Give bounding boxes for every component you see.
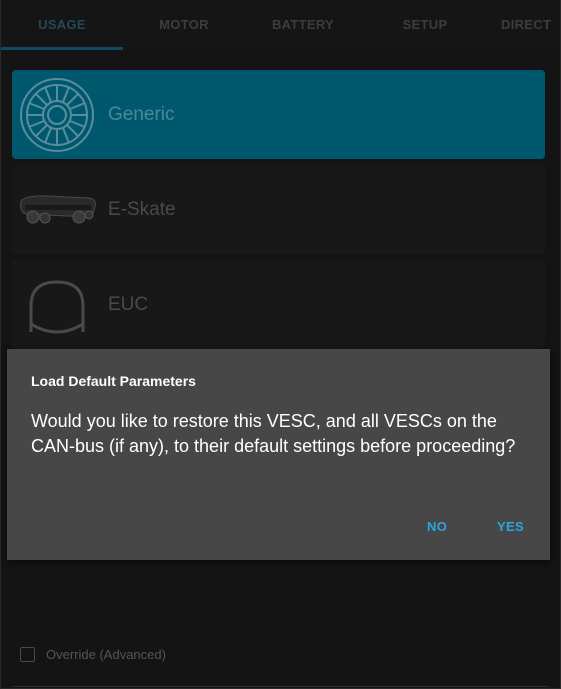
dialog-title: Load Default Parameters <box>31 373 196 389</box>
eskate-board-icon <box>20 195 96 224</box>
usage-card-label: E-Skate <box>108 199 176 220</box>
euc-wheel-icon <box>29 280 85 334</box>
yes-button[interactable]: YES <box>497 519 524 534</box>
usage-card-label: Generic <box>108 104 175 125</box>
override-label: Override (Advanced) <box>46 647 166 662</box>
motor-wheel-icon <box>20 78 94 152</box>
dialog-message: Would you like to restore this VESC, and… <box>31 411 516 456</box>
tab-setup[interactable]: SETUP <box>364 0 486 50</box>
tab-motor[interactable]: MOTOR <box>123 0 245 50</box>
usage-card-generic[interactable]: Generic <box>12 70 545 159</box>
load-defaults-dialog: Load Default Parameters Would you like t… <box>7 349 550 560</box>
divider <box>12 686 549 687</box>
no-button[interactable]: NO <box>427 519 447 534</box>
usage-card-eskate[interactable]: E-Skate <box>12 165 545 254</box>
usage-card-euc[interactable]: EUC <box>12 260 545 349</box>
usage-card-label: EUC <box>108 294 149 315</box>
tab-battery[interactable]: BATTERY <box>242 0 364 50</box>
override-checkbox[interactable] <box>20 647 35 662</box>
active-tab-indicator <box>1 47 123 50</box>
tab-direct[interactable]: DIRECT <box>501 0 561 50</box>
tab-usage[interactable]: USAGE <box>1 0 123 50</box>
tab-bar: USAGE MOTOR BATTERY SETUP DIRECT <box>1 0 559 50</box>
